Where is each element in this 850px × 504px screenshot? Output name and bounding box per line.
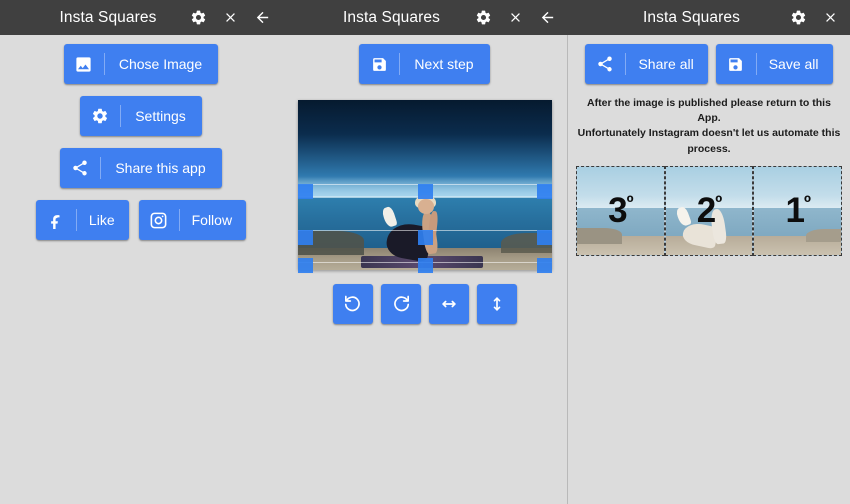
save-all-button[interactable]: Save all: [715, 44, 833, 84]
left-button-stack: Chose Image Settings Share this app Like…: [0, 35, 282, 240]
flip-vertical-button[interactable]: [476, 284, 517, 324]
save-icon: [359, 44, 399, 84]
slice-tile-1[interactable]: 1º: [753, 165, 843, 256]
slice-sky: [754, 166, 842, 209]
share-all-label: Share all: [638, 56, 694, 72]
crop-handle-top-center[interactable]: [417, 184, 433, 199]
share-icon: [585, 44, 625, 84]
titlebar-actions-1: [182, 0, 282, 35]
titlebar-title-3: Insta Squares: [643, 8, 740, 26]
gear-icon[interactable]: [182, 0, 214, 35]
next-step-row: Next step: [282, 35, 567, 84]
left-pane: Chose Image Settings Share this app Like…: [0, 35, 282, 504]
slice-tile-3[interactable]: 3º: [576, 165, 665, 256]
titlebar-pane-1: Insta Squares: [0, 0, 282, 35]
crop-handle-top-left[interactable]: [297, 184, 313, 199]
flip-horizontal-icon: [439, 294, 459, 314]
flip-vertical-icon: [487, 294, 507, 314]
titlebar-title-1: Insta Squares: [59, 8, 157, 26]
settings-button[interactable]: Settings: [80, 96, 202, 136]
titlebar-actions-3: [782, 0, 850, 35]
transform-toolbar: [282, 284, 567, 324]
close-icon[interactable]: [214, 0, 246, 35]
facebook-icon: [36, 200, 76, 240]
titlebar-spacer: [0, 0, 34, 35]
panes-row: Chose Image Settings Share this app Like…: [0, 35, 850, 504]
titlebar-spacer: [567, 0, 601, 35]
gear-icon[interactable]: [467, 0, 499, 35]
save-icon: [716, 44, 756, 84]
rotate-left-icon: [343, 294, 363, 314]
crop-handle-bottom-right[interactable]: [536, 258, 552, 273]
slice-rock-left: [577, 228, 623, 245]
slice-figure: [674, 190, 738, 250]
titlebar-actions-2: [467, 0, 567, 35]
follow-button[interactable]: Follow: [138, 200, 247, 240]
close-icon[interactable]: [814, 0, 846, 35]
right-action-row: Share all Save all: [568, 35, 850, 84]
image-preview[interactable]: [297, 100, 552, 273]
slice-photo: [665, 166, 753, 255]
like-label: Like: [88, 212, 115, 228]
social-button-row: Like Follow: [35, 200, 247, 240]
close-icon[interactable]: [499, 0, 531, 35]
instagram-notice: After the image is published please retu…: [576, 96, 842, 157]
slice-rock-right: [806, 228, 842, 243]
crop-handle-bottom-center[interactable]: [417, 258, 433, 273]
titlebar-pane-2: Insta Squares: [282, 0, 567, 35]
slice-tiles: 3º 2º 1º: [576, 165, 843, 256]
flip-horizontal-button[interactable]: [428, 284, 469, 324]
titlebar-title-2: Insta Squares: [343, 8, 440, 26]
middle-pane: Next step: [282, 35, 567, 504]
choose-image-button[interactable]: Chose Image: [63, 44, 219, 84]
like-button[interactable]: Like: [35, 200, 129, 240]
share-this-app-label: Share this app: [115, 160, 206, 176]
next-step-button[interactable]: Next step: [359, 44, 490, 84]
crop-handle-top-right[interactable]: [536, 184, 552, 199]
slice-photo: [754, 166, 842, 255]
crop-handle-bottom-left[interactable]: [297, 258, 313, 273]
slice-photo: [577, 166, 664, 255]
image-icon: [64, 44, 104, 84]
titlebar-spacer: [282, 0, 316, 35]
next-step-label: Next step: [414, 56, 474, 72]
gear-icon[interactable]: [782, 0, 814, 35]
crop-handle-middle-center[interactable]: [417, 230, 433, 245]
notice-line-2: Unfortunately Instagram doesn't let us a…: [577, 127, 841, 155]
instagram-icon: [139, 200, 179, 240]
crop-handle-middle-left[interactable]: [297, 230, 313, 245]
follow-label: Follow: [191, 212, 233, 228]
save-all-label: Save all: [768, 56, 819, 72]
share-all-button[interactable]: Share all: [585, 44, 708, 84]
app-root: Insta Squares Insta Squares Insta Square…: [0, 0, 850, 504]
rotate-right-icon: [391, 294, 411, 314]
slice-tile-2[interactable]: 2º: [664, 165, 754, 256]
gear-icon: [80, 96, 120, 136]
share-this-app-button[interactable]: Share this app: [60, 148, 222, 188]
rotate-right-button[interactable]: [380, 284, 421, 324]
titlebar-row: Insta Squares Insta Squares Insta Square…: [0, 0, 850, 35]
slice-sky: [577, 166, 664, 209]
back-arrow-icon[interactable]: [246, 0, 278, 35]
back-arrow-icon[interactable]: [531, 0, 563, 35]
choose-image-label: Chose Image: [118, 56, 203, 72]
rotate-left-button[interactable]: [332, 284, 373, 324]
notice-line-1: After the image is published please retu…: [587, 97, 831, 125]
crop-overlay: [297, 100, 552, 273]
titlebar-pane-3: Insta Squares: [567, 0, 850, 35]
settings-label: Settings: [135, 108, 186, 124]
right-pane: Share all Save all After the image is pu…: [567, 35, 850, 504]
crop-handle-middle-right[interactable]: [536, 230, 552, 245]
share-icon: [60, 148, 100, 188]
